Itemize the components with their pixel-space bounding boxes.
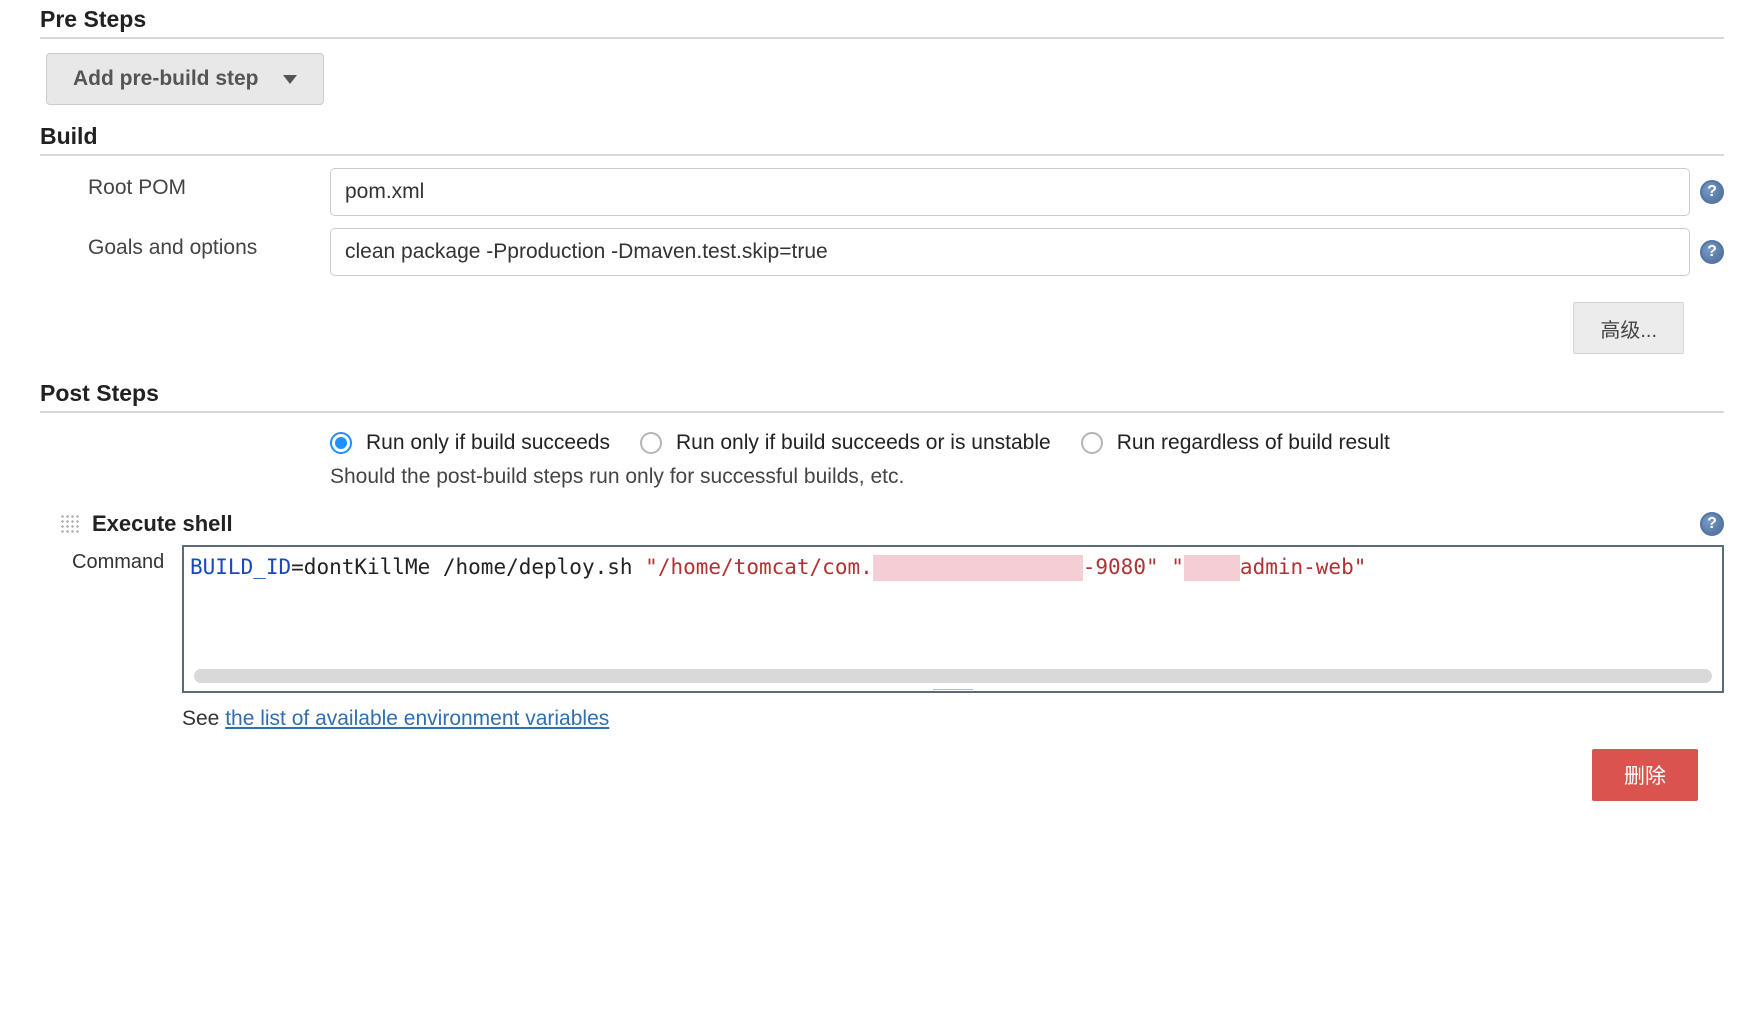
help-icon[interactable]: ? — [1700, 180, 1724, 204]
post-steps-radio-group: Run only if build succeeds Run only if b… — [330, 431, 1724, 455]
redacted-block — [1184, 555, 1240, 581]
env-vars-link[interactable]: the list of available environment variab… — [225, 707, 609, 730]
post-steps-heading: Post Steps — [40, 374, 1724, 413]
code-token-string: " — [1171, 555, 1184, 579]
caret-down-icon — [283, 75, 297, 84]
help-icon[interactable]: ? — [1700, 512, 1724, 536]
radio-run-if-succeeds-label: Run only if build succeeds — [366, 431, 610, 455]
code-token-plain — [1159, 555, 1172, 579]
radio-run-if-unstable[interactable] — [640, 432, 662, 454]
env-vars-hint: See the list of available environment va… — [182, 707, 1724, 731]
advanced-button[interactable]: 高级... — [1573, 302, 1684, 354]
radio-run-regardless[interactable] — [1081, 432, 1103, 454]
add-pre-build-step-label: Add pre-build step — [73, 67, 259, 91]
radio-run-if-unstable-label: Run only if build succeeds or is unstabl… — [676, 431, 1051, 455]
root-pom-label: Root POM — [40, 168, 330, 200]
root-pom-input[interactable] — [330, 168, 1690, 216]
radio-run-if-succeeds[interactable] — [330, 432, 352, 454]
redacted-block — [873, 555, 1083, 581]
goals-label: Goals and options — [40, 228, 330, 260]
delete-button[interactable]: 删除 — [1592, 749, 1698, 801]
execute-shell-title: Execute shell — [92, 511, 1688, 537]
code-token-var: BUILD_ID — [190, 555, 291, 579]
radio-run-regardless-label: Run regardless of build result — [1117, 431, 1390, 455]
pre-steps-heading: Pre Steps — [40, 0, 1724, 39]
see-prefix: See — [182, 707, 225, 730]
post-steps-description: Should the post-build steps run only for… — [330, 465, 1724, 489]
code-token-plain: =dontKillMe /home/deploy.sh — [291, 555, 645, 579]
resize-handle[interactable] — [933, 687, 973, 693]
code-token-string: admin-web" — [1240, 555, 1366, 579]
command-label: Command — [72, 545, 182, 693]
drag-handle-icon[interactable] — [60, 514, 80, 534]
code-token-string: -9080" — [1083, 555, 1159, 579]
help-icon[interactable]: ? — [1700, 240, 1724, 264]
command-textarea[interactable]: BUILD_ID=dontKillMe /home/deploy.sh "/ho… — [182, 545, 1724, 693]
add-pre-build-step-button[interactable]: Add pre-build step — [46, 53, 324, 105]
code-token-string: "/home/tomcat/com. — [645, 555, 873, 579]
horizontal-scrollbar[interactable] — [194, 669, 1712, 683]
build-heading: Build — [40, 117, 1724, 156]
goals-input[interactable] — [330, 228, 1690, 276]
